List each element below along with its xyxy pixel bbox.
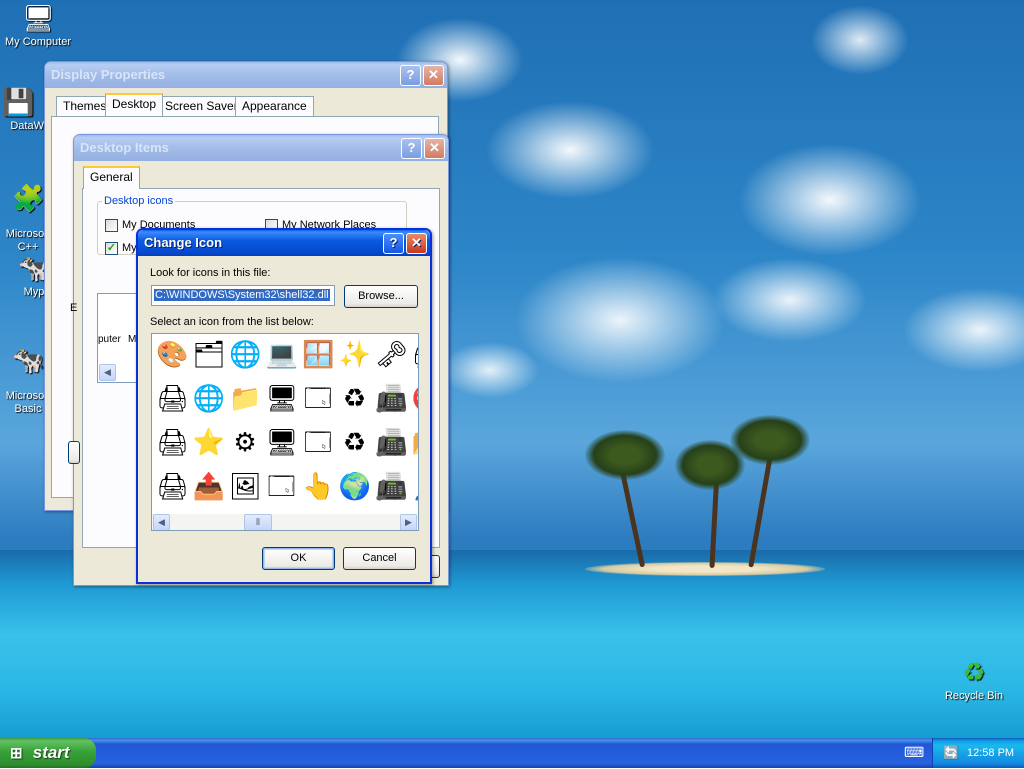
window-title: Change Icon xyxy=(144,235,223,250)
close-button[interactable]: ✕ xyxy=(423,65,444,86)
network-icon[interactable]: 🔄 xyxy=(943,738,959,768)
window-grid-icon[interactable]: 🗔 xyxy=(266,470,298,502)
palm-leaves xyxy=(730,415,810,465)
network-tree-icon[interactable]: 🗂 xyxy=(193,338,225,370)
island xyxy=(585,562,825,576)
desktop-items-titlebar[interactable]: Desktop Items ? ✕ xyxy=(74,135,448,161)
scroll-thumb[interactable]: ⦀ xyxy=(244,514,272,530)
change-icon-dialog: Change Icon ? ✕ Look for icons in this f… xyxy=(136,228,432,584)
printer-partial-icon[interactable]: 🖨 xyxy=(412,338,419,370)
printer-check2-icon[interactable]: 🖨 xyxy=(156,426,188,458)
no-entry-icon[interactable]: ⛔ xyxy=(412,382,419,414)
globe-network-icon[interactable]: 🌍 xyxy=(339,470,371,502)
checkbox-my[interactable]: ✓ xyxy=(105,242,118,255)
window-title: Display Properties xyxy=(51,67,166,82)
checkbox-label: My xyxy=(122,242,137,254)
window-stack-icon[interactable]: 🗔 xyxy=(302,426,334,458)
file-path-input[interactable]: C:\WINDOWS\System32\shell32.dll xyxy=(151,285,335,306)
checkbox-my-documents[interactable] xyxy=(105,219,118,232)
horizontal-scrollbar[interactable]: ◀ ⦀ ▶ xyxy=(152,514,418,530)
window-gear-icon[interactable]: ⚙ xyxy=(229,426,261,458)
clock[interactable]: 12:58 PM xyxy=(967,738,1014,768)
desktop-icons-list[interactable]: puter M ◀ xyxy=(97,293,141,383)
computer-network-icon[interactable]: 💻 xyxy=(266,338,298,370)
window-title: Desktop Items xyxy=(80,140,169,155)
hand-pointer-icon[interactable]: 👆 xyxy=(302,470,334,502)
scroll-left-button[interactable]: ◀ xyxy=(99,364,116,381)
file-path-value: C:\WINDOWS\System32\shell32.dll xyxy=(154,289,330,301)
start-label: start xyxy=(32,743,70,762)
programs-icon[interactable]: 🎨 xyxy=(156,338,188,370)
folder-arrow-icon[interactable]: 📤 xyxy=(193,470,225,502)
tab-screen-saver[interactable]: Screen Saver xyxy=(158,96,245,116)
network-share-icon[interactable]: 🌐 xyxy=(193,382,225,414)
user-partial-icon[interactable]: 👤 xyxy=(412,470,419,502)
desktop-items-button-partial[interactable] xyxy=(68,441,80,464)
computer-icon: 🖥 xyxy=(22,3,56,33)
desktop-icons-legend: Desktop icons xyxy=(104,195,174,207)
keyboard-icon[interactable]: ⌨ xyxy=(904,744,924,761)
fax-check-icon[interactable]: 📠 xyxy=(375,426,407,458)
browse-button[interactable]: Browse... xyxy=(344,285,418,308)
recycle-bin-icon: ♻ xyxy=(962,657,986,687)
globe-icon[interactable]: 🌐 xyxy=(229,338,261,370)
recycle-icon[interactable]: ♻ xyxy=(339,382,371,414)
fax-icon[interactable]: 📠 xyxy=(375,382,407,414)
start-button[interactable]: ⊞ start xyxy=(0,738,96,768)
palm-leaves xyxy=(585,430,665,480)
scroll-right-button[interactable]: ▶ xyxy=(400,514,417,530)
display-properties-titlebar[interactable]: Display Properties ? ✕ xyxy=(45,62,447,88)
desktop-icon-label: Recycle Bin xyxy=(944,690,1004,702)
picture-frame-icon[interactable]: 🖼 xyxy=(229,470,261,502)
scroll-left-button[interactable]: ◀ xyxy=(153,514,170,530)
window-icon[interactable]: 🪟 xyxy=(302,338,334,370)
printer-check-icon[interactable]: 🖨 xyxy=(156,382,188,414)
select-icon-label: Select an icon from the list below: xyxy=(150,316,314,328)
help-button[interactable]: ? xyxy=(400,65,421,86)
cpp-shortcut-icon: 🧩 xyxy=(12,183,45,213)
window-list-icon[interactable]: 🗔 xyxy=(302,382,334,414)
monitor2-icon[interactable]: 🖥 xyxy=(266,426,298,458)
desktop-icon-recycle-bin[interactable]: ♻ Recycle Bin xyxy=(936,656,1012,703)
tab-general[interactable]: General xyxy=(83,166,140,189)
close-button[interactable]: ✕ xyxy=(406,233,427,254)
list-item[interactable]: puter xyxy=(98,334,121,345)
recycle-full-icon[interactable]: ♻ xyxy=(339,426,371,458)
monitor-icon[interactable]: 🖥 xyxy=(266,382,298,414)
database-icon: 💾 xyxy=(2,87,35,117)
system-tray: 🔄 12:58 PM xyxy=(932,738,1024,768)
help-button[interactable]: ? xyxy=(401,138,422,159)
tab-appearance[interactable]: Appearance xyxy=(235,96,314,116)
cursor-sparkle-icon[interactable]: ✨ xyxy=(339,338,371,370)
look-for-label: Look for icons in this file: xyxy=(150,267,271,279)
help-button[interactable]: ? xyxy=(383,233,404,254)
printer-network-icon[interactable]: 🖨 xyxy=(156,470,188,502)
desktop-icon-label: My Computer xyxy=(4,36,72,48)
taskbar: ⊞ start ⌨ 🔄 12:58 PM xyxy=(0,738,1024,768)
desktop-icon-label: Myp xyxy=(23,286,45,298)
ok-button[interactable]: OK xyxy=(262,547,335,570)
partial-label-e: E xyxy=(70,302,78,314)
cancel-button[interactable]: Cancel xyxy=(343,547,416,570)
close-button[interactable]: ✕ xyxy=(424,138,445,159)
tab-desktop[interactable]: Desktop xyxy=(105,93,164,116)
icon-list[interactable]: 🎨🗂🌐💻🪟✨🗝🖨🖨🌐📁🖥🗔♻📠⛔🖨⭐⚙🖥🗔♻📠📂🖨📤🖼🗔👆🌍📠👤 ◀ ⦀ ▶ xyxy=(151,333,419,531)
cow-shortcut-icon: 🐄 xyxy=(12,345,45,375)
change-icon-titlebar[interactable]: Change Icon ? ✕ xyxy=(138,230,430,256)
star-icon[interactable]: ⭐ xyxy=(193,426,225,458)
folder-network-icon[interactable]: 📁 xyxy=(229,382,261,414)
desktop-icon-label: DataWa xyxy=(10,120,50,132)
fax-network-icon[interactable]: 📠 xyxy=(375,470,407,502)
windows-logo-icon: ⊞ xyxy=(10,745,23,762)
folder-partial-icon[interactable]: 📂 xyxy=(412,426,419,458)
keys-icon[interactable]: 🗝 xyxy=(375,338,407,370)
desktop-icon-my-computer[interactable]: 🖥 My Computer xyxy=(0,2,76,49)
